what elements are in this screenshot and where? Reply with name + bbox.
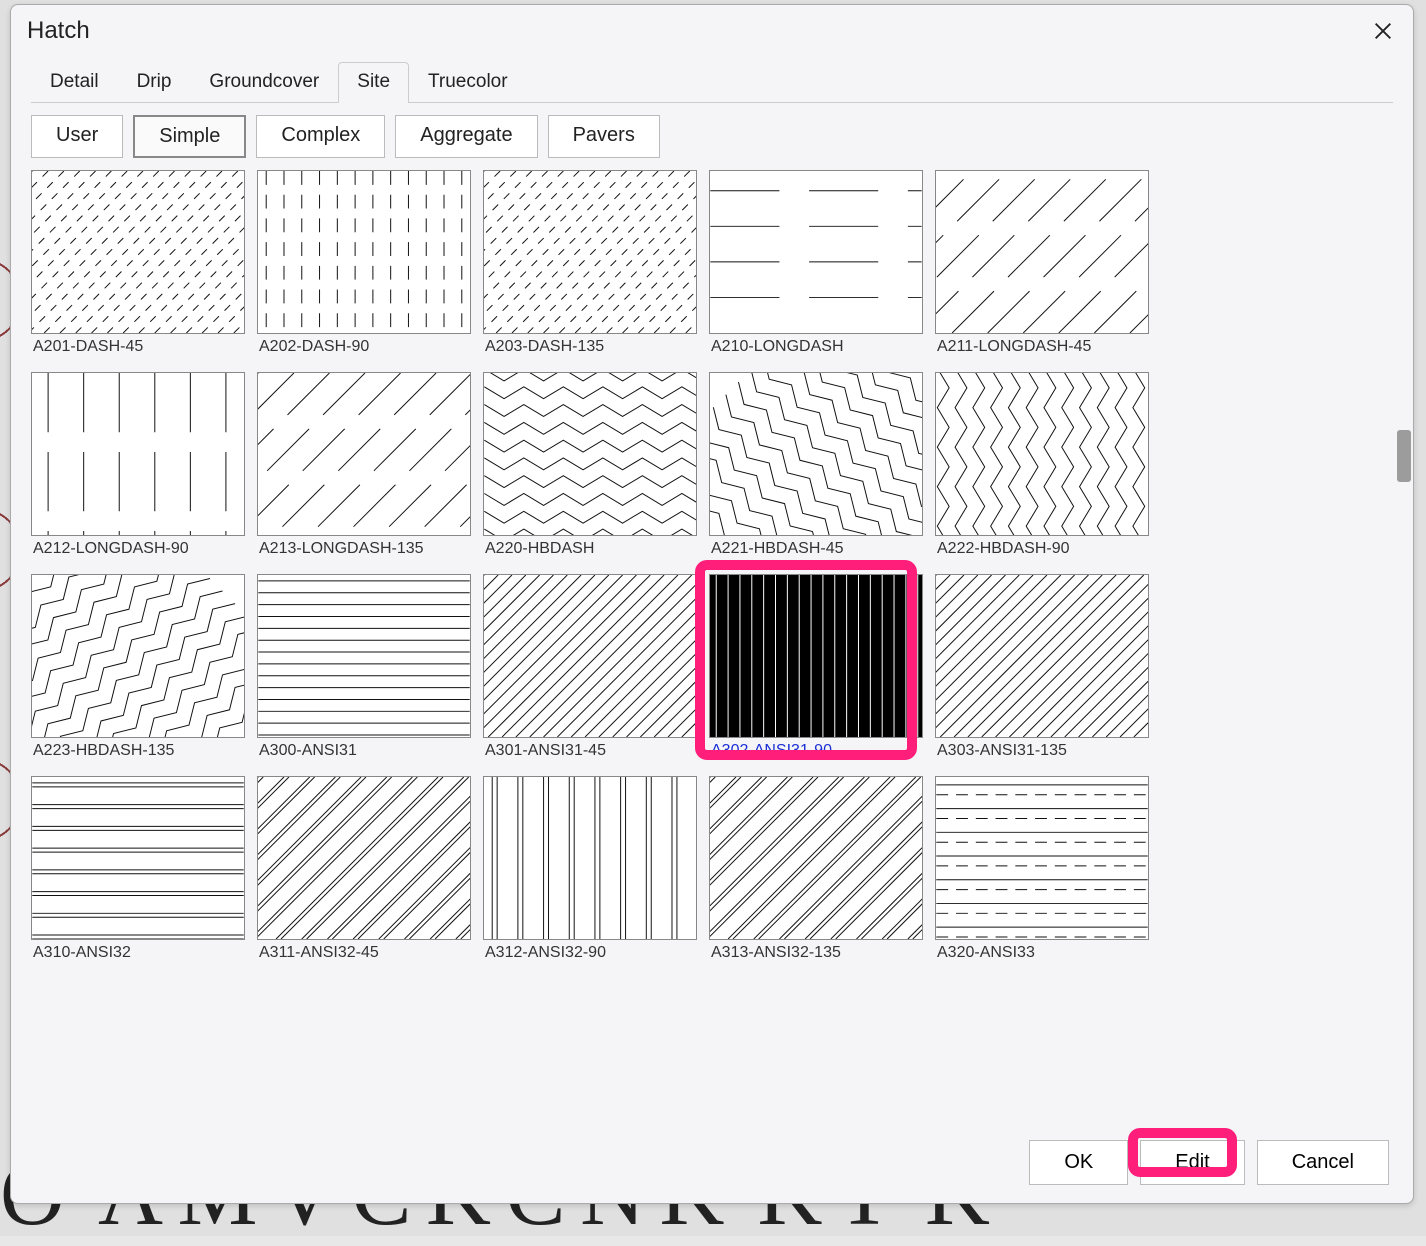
swatch-preview: [709, 170, 923, 334]
swatch-preview: [257, 776, 471, 940]
swatch-preview: [31, 776, 245, 940]
swatch-a211-longdash-45[interactable]: A211-LONGDASH-45: [935, 170, 1149, 362]
swatch-a222-hbdash-90[interactable]: A222-HBDASH-90: [935, 372, 1149, 564]
swatch-a302-ansi31-90[interactable]: A302-ANSI31-90: [709, 574, 923, 766]
swatch-a303-ansi31-135[interactable]: A303-ANSI31-135: [935, 574, 1149, 766]
swatch-a212-longdash-90[interactable]: A212-LONGDASH-90: [31, 372, 245, 564]
tab-groundcover[interactable]: Groundcover: [190, 62, 338, 103]
swatch-label: A313-ANSI32-135: [709, 940, 923, 968]
swatch-preview: [935, 372, 1149, 536]
swatch-label: A301-ANSI31-45: [483, 738, 697, 766]
swatch-preview: [31, 372, 245, 536]
hatch-dialog: Hatch Detail Drip Groundcover Site Truec…: [10, 4, 1414, 1204]
swatch-preview: [257, 372, 471, 536]
swatch-a223-hbdash-135[interactable]: A223-HBDASH-135: [31, 574, 245, 766]
swatch-label: A221-HBDASH-45: [709, 536, 923, 564]
swatch-label: A213-LONGDASH-135: [257, 536, 471, 564]
subtab-user[interactable]: User: [31, 115, 123, 158]
cancel-button[interactable]: Cancel: [1257, 1140, 1389, 1185]
tab-site[interactable]: Site: [338, 62, 409, 103]
ok-button[interactable]: OK: [1029, 1140, 1128, 1185]
subtab-row: User Simple Complex Aggregate Pavers: [31, 115, 1393, 158]
tab-row: Detail Drip Groundcover Site Truecolor: [31, 53, 1393, 103]
tab-detail[interactable]: Detail: [31, 62, 118, 103]
subtab-pavers[interactable]: Pavers: [548, 115, 660, 158]
subtab-aggregate[interactable]: Aggregate: [395, 115, 537, 158]
swatch-preview: [709, 574, 923, 738]
swatch-label: A312-ANSI32-90: [483, 940, 697, 968]
swatch-label: A303-ANSI31-135: [935, 738, 1149, 766]
swatch-preview: [257, 574, 471, 738]
swatch-a312-ansi32-90[interactable]: A312-ANSI32-90: [483, 776, 697, 968]
swatch-label: A201-DASH-45: [31, 334, 245, 362]
swatch-a320-ansi33[interactable]: A320-ANSI33: [935, 776, 1149, 968]
swatch-a310-ansi32[interactable]: A310-ANSI32: [31, 776, 245, 968]
swatch-preview: [935, 776, 1149, 940]
swatch-preview: [483, 776, 697, 940]
dialog-footer: OK Edit Cancel: [11, 1124, 1413, 1203]
subtab-complex[interactable]: Complex: [256, 115, 385, 158]
swatch-preview: [257, 170, 471, 334]
swatch-label: A222-HBDASH-90: [935, 536, 1149, 564]
swatch-a202-dash-90[interactable]: A202-DASH-90: [257, 170, 471, 362]
swatch-preview: [935, 574, 1149, 738]
tab-truecolor[interactable]: Truecolor: [409, 62, 527, 103]
hatch-gallery: A201-DASH-45 A202-DASH-90 A203-DASH-135 …: [31, 170, 1413, 968]
swatch-a301-ansi31-45[interactable]: A301-ANSI31-45: [483, 574, 697, 766]
swatch-preview: [483, 372, 697, 536]
swatch-label: A320-ANSI33: [935, 940, 1149, 968]
swatch-label: A311-ANSI32-45: [257, 940, 471, 968]
edit-button[interactable]: Edit: [1140, 1140, 1244, 1185]
swatch-preview: [709, 372, 923, 536]
swatch-a213-longdash-135[interactable]: A213-LONGDASH-135: [257, 372, 471, 564]
swatch-a210-longdash[interactable]: A210-LONGDASH: [709, 170, 923, 362]
swatch-label: A300-ANSI31: [257, 738, 471, 766]
dialog-title: Hatch: [27, 17, 90, 45]
swatch-label: A220-HBDASH: [483, 536, 697, 564]
subtab-simple[interactable]: Simple: [133, 115, 246, 158]
swatch-preview: [935, 170, 1149, 334]
swatch-a221-hbdash-45[interactable]: A221-HBDASH-45: [709, 372, 923, 564]
swatch-label: A212-LONGDASH-90: [31, 536, 245, 564]
tab-drip[interactable]: Drip: [118, 62, 191, 103]
swatch-a201-dash-45[interactable]: A201-DASH-45: [31, 170, 245, 362]
swatch-label: A211-LONGDASH-45: [935, 334, 1149, 362]
swatch-preview: [31, 170, 245, 334]
swatch-label: A203-DASH-135: [483, 334, 697, 362]
swatch-a220-hbdash[interactable]: A220-HBDASH: [483, 372, 697, 564]
close-icon[interactable]: [1365, 13, 1401, 49]
swatch-preview: [483, 574, 697, 738]
swatch-preview: [709, 776, 923, 940]
swatch-a311-ansi32-45[interactable]: A311-ANSI32-45: [257, 776, 471, 968]
swatch-label: A223-HBDASH-135: [31, 738, 245, 766]
swatch-label: A202-DASH-90: [257, 334, 471, 362]
swatch-a300-ansi31[interactable]: A300-ANSI31: [257, 574, 471, 766]
scrollbar[interactable]: [1389, 170, 1413, 1124]
swatch-a203-dash-135[interactable]: A203-DASH-135: [483, 170, 697, 362]
scrollbar-thumb[interactable]: [1397, 430, 1411, 482]
swatch-preview: [31, 574, 245, 738]
swatch-label: A210-LONGDASH: [709, 334, 923, 362]
swatch-label: A302-ANSI31-90: [709, 738, 923, 766]
swatch-a313-ansi32-135[interactable]: A313-ANSI32-135: [709, 776, 923, 968]
swatch-label: A310-ANSI32: [31, 940, 245, 968]
swatch-preview: [483, 170, 697, 334]
